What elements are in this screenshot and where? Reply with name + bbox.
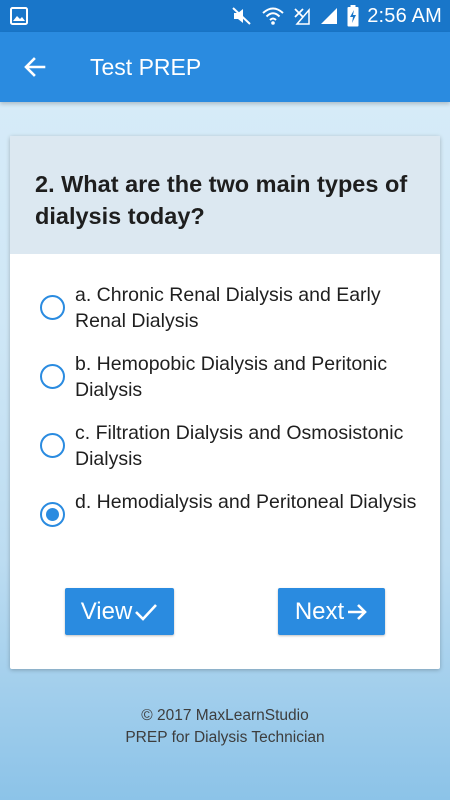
question-text: 2. What are the two main types of dialys… — [35, 171, 408, 229]
radio-button-selected[interactable] — [40, 502, 65, 527]
option-d[interactable]: d. Hemodialysis and Peritoneal Dialysis — [10, 489, 440, 558]
option-b[interactable]: b. Hemopobic Dialysis and Peritonic Dial… — [10, 351, 440, 420]
question-header: 2. What are the two main types of dialys… — [10, 136, 440, 254]
battery-charging-icon — [347, 5, 359, 27]
answer-options: a. Chronic Renal Dialysis and Early Rena… — [10, 254, 440, 558]
check-icon — [132, 602, 158, 622]
app-bar: Test PREP — [0, 32, 450, 102]
next-button[interactable]: Next — [278, 588, 385, 635]
next-button-label: Next — [294, 597, 345, 625]
question-card: 2. What are the two main types of dialys… — [10, 136, 440, 669]
mute-icon — [231, 6, 253, 26]
app-title: Test PREP — [90, 53, 202, 80]
radio-button[interactable] — [40, 295, 65, 320]
no-signal-icon — [293, 6, 311, 26]
view-button[interactable]: View — [65, 588, 174, 635]
app-subtitle: PREP for Dialysis Technician — [125, 729, 325, 746]
wifi-icon — [261, 6, 285, 26]
option-label: a. Chronic Renal Dialysis and Early Rena… — [75, 284, 381, 332]
status-time: 2:56 AM — [367, 4, 442, 27]
option-c[interactable]: c. Filtration Dialysis and Osmosistonic … — [10, 420, 440, 489]
view-button-label: View — [80, 597, 133, 625]
back-button[interactable] — [0, 32, 70, 102]
option-label: c. Filtration Dialysis and Osmosistonic … — [75, 422, 404, 470]
radio-button[interactable] — [40, 433, 65, 458]
radio-button[interactable] — [40, 364, 65, 389]
option-label: b. Hemopobic Dialysis and Peritonic Dial… — [75, 353, 388, 401]
option-label: d. Hemodialysis and Peritoneal Dialysis — [75, 491, 417, 513]
action-buttons: View Next — [10, 588, 440, 636]
footer: © 2017 MaxLearnStudio PREP for Dialysis … — [0, 705, 450, 749]
arrow-forward-icon — [344, 602, 368, 622]
gallery-icon — [10, 7, 28, 25]
signal-icon — [319, 6, 339, 26]
copyright-text: © 2017 MaxLearnStudio — [141, 707, 309, 724]
status-bar: 2:56 AM — [0, 0, 450, 32]
option-a[interactable]: a. Chronic Renal Dialysis and Early Rena… — [10, 282, 440, 351]
arrow-back-icon — [24, 56, 46, 78]
